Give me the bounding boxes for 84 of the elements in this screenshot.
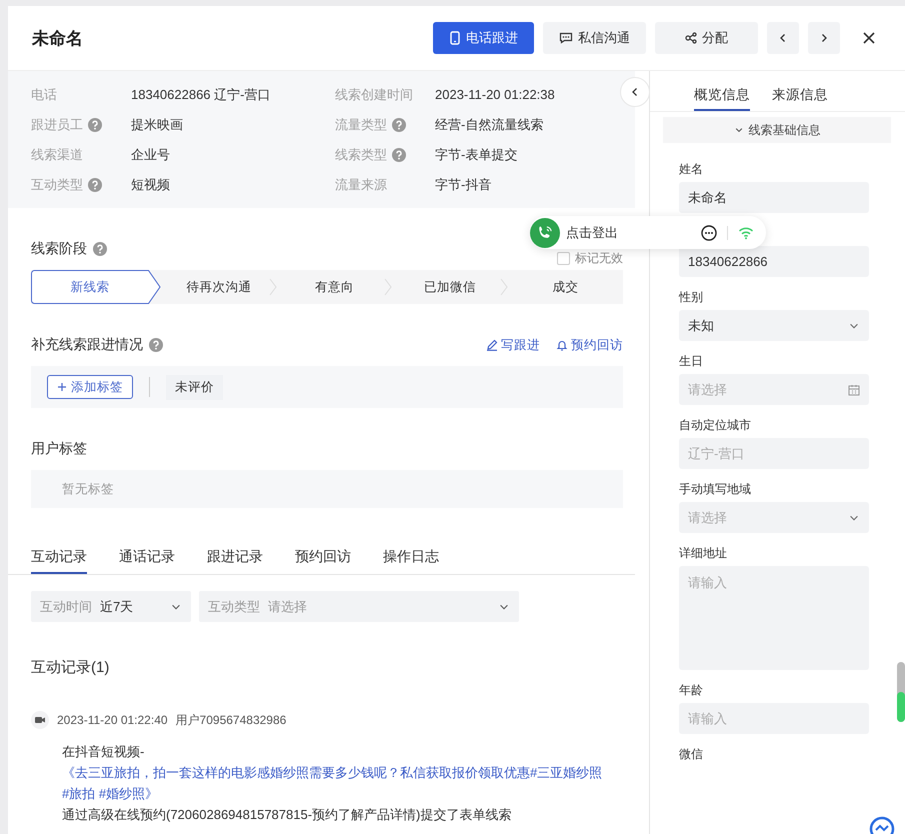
message-button[interactable]: 私信沟通 [543,22,646,54]
chevron-left-icon [778,33,788,43]
phone-follow-button[interactable]: 电话跟进 [433,22,534,54]
more-icon[interactable] [701,224,717,240]
dialog-title: 未命名 [32,28,83,50]
select-field[interactable]: 未知 [679,310,869,341]
field-value: 经营-自然流量线索 [435,116,544,134]
field-label: 姓名 [679,161,704,177]
wifi-icon [738,226,754,240]
tab[interactable]: 预约回访 [295,540,351,574]
tab[interactable]: 通话记录 [119,540,175,574]
phone-icon [449,31,461,45]
write-followup-link[interactable]: 写跟进 [486,336,540,354]
chat-icon [559,32,573,44]
field-value: 2023-11-20 01:22:38 [435,87,555,102]
input-field[interactable]: 未命名 [679,182,869,213]
video-link[interactable]: 《去三亚旅拍，拍一套这样的电影感婚纱照需要多少钱呢？私信获取报价领取优惠#三亚婚纱照 #旅拍 #婚纱照》 [62,762,612,804]
field-value: 提米映画 [131,116,183,134]
add-tag-button[interactable]: 添加标签 [47,375,133,399]
tab[interactable]: 互动记录 [31,540,87,574]
record-text: 通过高级在线预约(7206028694815787815-预约了解产品详情)提交了表单线索 [62,806,512,824]
chevron-right-icon [819,33,829,43]
schedule-visit-link[interactable]: 预约回访 [556,336,623,354]
field-label: 年龄 [679,682,704,698]
assign-button[interactable]: 分配 [655,22,758,54]
share-icon [685,32,697,44]
field-label: 线索创建时间 [335,86,413,104]
input-field[interactable]: 请输入 [679,703,869,734]
record-text: 在抖音短视频- [62,743,146,761]
stage-step[interactable]: 新线索 [31,270,161,304]
tab[interactable]: 跟进记录 [207,540,263,574]
field-label: 线索渠道 [31,146,83,164]
field-label: 生日 [679,353,704,369]
tab[interactable]: 来源信息 [772,86,828,111]
field-value: 企业号 [131,146,170,164]
field-label: 跟进员工 [31,116,83,134]
video-icon [31,711,49,729]
field-label: 互动类型 [31,176,83,194]
field-label: 手动填写地域 [679,481,752,497]
input-field[interactable]: 辽宁-营口 [679,438,869,469]
pencil-icon [486,339,498,351]
checkbox[interactable] [557,252,570,264]
field-value: 字节-表单提交 [435,146,518,164]
chevron-left-icon [630,87,640,97]
text-area[interactable]: 请输入 [679,566,869,670]
chevron-right-icon [268,278,276,296]
field-value: 18340622866 辽宁-营口 [131,86,270,104]
section-title: 线索阶段 [31,240,87,258]
stage-step[interactable]: 有意向 [276,270,392,304]
field-value: 短视频 [131,176,170,194]
tab[interactable]: 操作日志 [383,540,439,574]
input-field[interactable]: 18340622866 [679,246,869,277]
record-time: 2023-11-20 01:22:40 [57,713,168,727]
chevron-right-icon [384,278,392,296]
field-label: 微信 [679,746,704,762]
logout-link[interactable]: 点击登出 [566,224,618,242]
section-title: 用户标签 [31,440,87,458]
phone-icon[interactable] [530,218,560,248]
section-title: 补充线索跟进情况 [31,336,143,354]
checkbox-label: 标记无效 [575,250,623,266]
tab[interactable]: 概览信息 [694,86,750,111]
record-user: 用户7095674832986 [176,712,286,728]
empty-text: 暂无标签 [62,480,114,498]
field-label: 电话 [31,86,57,104]
field-label: 详细地址 [679,545,728,561]
records-title: 互动记录(1) [30,658,110,677]
field-value: 字节-抖音 [435,176,492,194]
plus-icon [57,382,67,392]
filter-select[interactable]: 互动时间 近7天 [31,591,191,622]
close-icon [863,32,875,44]
bell-icon [556,339,568,351]
section-toggle[interactable]: 线索基础信息 [663,117,891,143]
field-label: 性别 [679,289,704,305]
field-label: 线索类型 [335,146,387,164]
stage-step[interactable]: 成交 [508,270,623,304]
field-label: 流量来源 [335,176,387,194]
chevron-right-icon [500,278,508,296]
scroll-indicator [897,662,905,722]
field-label: 流量类型 [335,116,387,134]
field-label: 自动定位城市 [679,417,752,433]
rating-tag[interactable]: 未评价 [166,374,223,400]
stage-step[interactable]: 待再次沟通 [161,270,276,304]
stage-step[interactable]: 已加微信 [392,270,508,304]
calendar-icon [848,384,860,396]
